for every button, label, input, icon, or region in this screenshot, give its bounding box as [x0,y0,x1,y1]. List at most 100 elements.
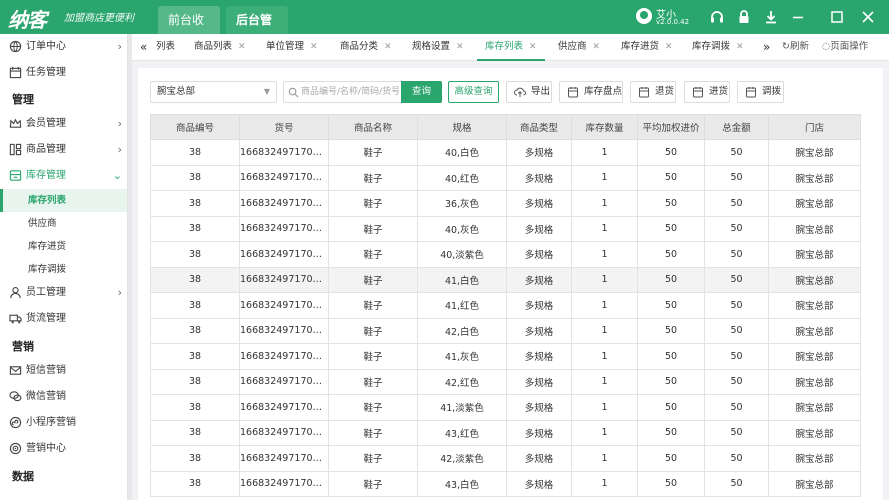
sidebar-item-label: 商品管理 [26,144,66,155]
close-tab-icon[interactable]: ✕ [456,42,464,52]
table-cell: 腕宝总部 [768,470,861,497]
table-cell: 50 [637,317,705,344]
return-label: 退货 [655,86,675,97]
tab-label: 单位管理 [266,41,305,52]
table-row[interactable]: 38 16683249717030... 鞋子 41,白色 多规格 1 50 50 腕宝总部 [150,266,861,293]
search-box[interactable] [283,81,401,103]
sidebar-item-inventory[interactable]: 库存管理 ⌄ [0,163,127,189]
chevron-right-icon: › [117,117,122,130]
column-header[interactable]: 商品编号 [150,114,240,140]
tab-spec-settings[interactable]: 规格设置 ✕ [412,34,464,60]
headset-icon[interactable] [709,9,725,25]
column-header[interactable]: 总金额 [704,114,769,140]
table-row[interactable]: 38 16683249717030... 鞋子 40,白色 多规格 1 50 50 腕宝总部 [150,139,861,166]
table-row[interactable]: 38 16683249717030... 鞋子 42,红色 多规格 1 50 50 腕宝总部 [150,368,861,395]
search-icon [288,87,299,98]
column-header[interactable]: 门店 [768,114,861,140]
table-cell: 50 [637,394,705,421]
column-header[interactable]: 规格 [417,114,507,140]
column-header[interactable]: 平均加权进价 [637,114,705,140]
close-tab-icon[interactable]: ✕ [736,42,744,52]
sidebar-item-wechat-marketing[interactable]: 微信营销 [0,384,127,410]
tab-unit-management[interactable]: 单位管理 ✕ [266,34,318,60]
column-header[interactable]: 商品名称 [328,114,418,140]
sidebar-subitem-stock-purchase[interactable]: 库存进货 [0,235,127,258]
transfer-button[interactable]: 调拨 [737,81,784,103]
store-select[interactable]: 腕宝总部 ▼ [150,81,277,103]
close-icon[interactable] [860,9,876,25]
tab-label: 库存调拨 [692,41,731,52]
table-row[interactable]: 38 16683249717030... 鞋子 40,淡紫色 多规格 1 50 50 腕宝总部 [150,241,861,268]
export-button[interactable]: 导出 [506,81,552,103]
table-row[interactable]: 38 16683249717030... 鞋子 40,红色 多规格 1 50 50 腕宝总部 [150,164,861,191]
sidebar-item-logistics[interactable]: 货流管理 [0,306,127,332]
purchase-label: 进货 [709,86,729,97]
sidebar-item-members[interactable]: 会员管理 › [0,111,127,137]
table-row[interactable]: 38 16683249717030... 鞋子 42,淡紫色 多规格 1 50 50 腕宝总部 [150,445,861,472]
tabs-scroll-left-icon[interactable]: « [140,34,147,60]
advanced-query-button[interactable]: 高级查询 [448,81,499,103]
tab-suppliers[interactable]: 供应商 ✕ [558,34,600,60]
sidebar-subitem-suppliers[interactable]: 供应商 [0,212,127,235]
table-row[interactable]: 38 16683249717030... 鞋子 40,灰色 多规格 1 50 50 腕宝总部 [150,215,861,242]
close-tab-icon[interactable]: ✕ [384,42,392,52]
table-cell: 多规格 [506,139,572,166]
sidebar-item-marketing-center[interactable]: 营销中心 [0,436,127,462]
tab-inventory-list[interactable]: 库存列表 ✕ [477,34,545,61]
page-operations-button[interactable]: ◌页面操作 [822,34,868,60]
table-cell: 40,灰色 [417,215,507,242]
close-tab-icon[interactable]: ✕ [529,42,537,52]
sidebar-subitem-inventory-list[interactable]: 库存列表 [0,189,127,212]
purchase-button[interactable]: 进货 [684,81,730,103]
tabs-scroll-right-icon[interactable]: » [763,34,770,60]
table-row[interactable]: 38 16683249717030... 鞋子 36,灰色 多规格 1 50 50 腕宝总部 [150,190,861,217]
sidebar-item-miniapp-marketing[interactable]: 小程序营销 [0,410,127,436]
sidebar-item-orders[interactable]: 订单中心 › [0,34,127,60]
minimize-icon[interactable] [790,9,806,25]
column-header[interactable]: 货号 [239,114,329,140]
search-input[interactable] [301,84,399,100]
tab-stock-transfer[interactable]: 库存调拨 ✕ [692,34,744,60]
download-icon[interactable] [763,9,779,25]
header-tab-backend-admin[interactable]: 后台管理 [226,6,288,55]
maximize-icon[interactable] [829,9,845,25]
sidebar-item-label: 会员管理 [26,118,66,129]
sidebar-scrollbar[interactable] [128,34,132,500]
table-row[interactable]: 38 16683249717030... 鞋子 41,红色 多规格 1 50 50 腕宝总部 [150,292,861,319]
miniapp-icon [9,416,22,429]
close-tab-icon[interactable]: ✕ [238,42,246,52]
stocktake-button[interactable]: 库存盘点 [559,81,623,103]
table-cell: 50 [637,470,705,497]
return-button[interactable]: 退货 [630,81,676,103]
column-header[interactable]: 库存数量 [571,114,638,140]
query-button[interactable]: 查询 [401,81,442,103]
sidebar-item-tasks[interactable]: 任务管理 [0,60,127,86]
tab-stock-purchase[interactable]: 库存进货 ✕ [621,34,673,60]
tab-list[interactable]: 列表 [156,34,175,60]
tab-product-category[interactable]: 商品分类 ✕ [340,34,392,60]
column-header[interactable]: 商品类型 [506,114,572,140]
header-tab-front-cashier[interactable]: 前台收银 [158,6,220,55]
sidebar-subitem-stock-transfer[interactable]: 库存调拨 [0,258,127,281]
table-cell: 鞋子 [328,445,418,472]
table-row[interactable]: 38 16683249717030... 鞋子 43,红色 多规格 1 50 50 腕宝总部 [150,419,861,446]
table-row[interactable]: 38 16683249717030... 鞋子 41,灰色 多规格 1 50 50 腕宝总部 [150,343,861,370]
sidebar-item-sms-marketing[interactable]: 短信营销 [0,358,127,384]
refresh-button[interactable]: ↻刷新 [782,34,809,60]
table-cell: 1 [571,368,638,395]
table-row[interactable]: 38 16683249717030... 鞋子 43,白色 多规格 1 50 50 腕宝总部 [150,470,861,497]
table-cell: 16683249717030... [239,190,329,217]
tab-product-list[interactable]: 商品列表 ✕ [194,34,246,60]
table-cell: 1 [571,266,638,293]
table-cell: 腕宝总部 [768,445,861,472]
sidebar-item-products[interactable]: 商品管理 › [0,137,127,163]
sidebar-item-label: 营销中心 [26,443,66,454]
table-row[interactable]: 38 16683249717030... 鞋子 42,白色 多规格 1 50 50 腕宝总部 [150,317,861,344]
close-tab-icon[interactable]: ✕ [665,42,673,52]
lock-icon[interactable] [736,9,752,25]
sidebar-item-staff[interactable]: 员工管理 › [0,280,127,306]
close-tab-icon[interactable]: ✕ [593,42,601,52]
tab-label: 库存列表 [485,41,524,52]
close-tab-icon[interactable]: ✕ [310,42,318,52]
table-row[interactable]: 38 16683249717030... 鞋子 41,淡紫色 多规格 1 50 50 腕宝总部 [150,394,861,421]
